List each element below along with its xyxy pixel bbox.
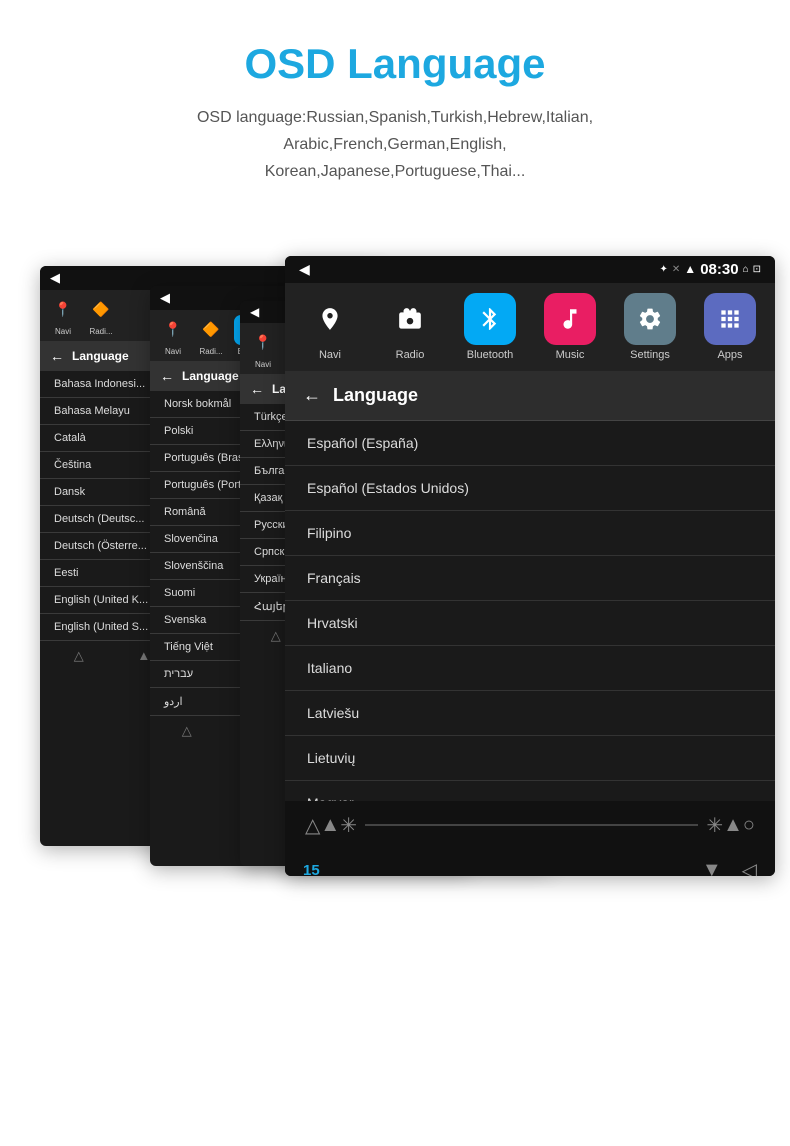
lang-item[interactable]: Español (España) (285, 421, 775, 466)
navi-app-icon (304, 293, 356, 345)
nav-triangle-up-main: △ (305, 813, 320, 838)
main-status-bar: ◀ ✦ ✕ ▲ 08:30 ⌂ ⊡ (285, 256, 775, 283)
radio-icon-2: 🔶 Radi... (196, 315, 226, 356)
lang-item[interactable]: Latviešu (285, 691, 775, 736)
music-label: Music (556, 349, 585, 361)
main-back-btn[interactable]: ← (303, 385, 321, 406)
nav-chevron-down-main: ▼ (702, 859, 722, 876)
main-language-list: Español (España) Español (Estados Unidos… (285, 421, 775, 801)
apps-app[interactable]: Apps (698, 293, 763, 361)
settings-app-icon (624, 293, 676, 345)
nav-triangle-solid-1: ▲ (137, 648, 150, 663)
main-nav-number: 15 (303, 862, 320, 876)
back-btn-2[interactable]: ← (160, 368, 174, 384)
nav-back-main: ◁ (742, 858, 757, 876)
radio-label: Radio (396, 349, 425, 361)
back-icon-2: ◀ (160, 290, 170, 306)
main-language-header: ← Language (285, 371, 775, 421)
apps-label: Apps (717, 349, 742, 361)
navi-icon-2: 📍 Navi (158, 315, 188, 356)
nav-triangle-up-3: △ (271, 628, 281, 644)
apps-app-icon (704, 293, 756, 345)
bluetooth-app[interactable]: Bluetooth (458, 293, 523, 361)
page-title: OSD Language (197, 40, 593, 88)
nav-solid-up-main: ▲ (320, 814, 340, 837)
main-back-icon: ◀ (299, 261, 310, 278)
bluetooth-app-icon (464, 293, 516, 345)
nav-circle-icon: ○ (743, 814, 755, 837)
nav-fan-icon-2: ✳ (706, 813, 723, 838)
radio-app-icon (384, 293, 436, 345)
page-header: OSD Language OSD language:Russian,Spanis… (177, 0, 613, 206)
nav-slider[interactable] (365, 824, 698, 826)
page-subtitle: OSD language:Russian,Spanish,Turkish,Heb… (197, 104, 593, 186)
lang-item[interactable]: Français (285, 556, 775, 601)
lang-item[interactable]: Filipino (285, 511, 775, 556)
music-app[interactable]: Music (538, 293, 603, 361)
nav-triangle-up-1: △ (74, 648, 84, 664)
back-btn-1[interactable]: ← (50, 348, 64, 364)
lang-item[interactable]: Italiano (285, 646, 775, 691)
settings-label: Settings (630, 349, 670, 361)
nav-triangle-up-2: △ (182, 723, 192, 739)
main-app-row: Navi Radio Bluetooth Music (285, 283, 775, 371)
music-app-icon (544, 293, 596, 345)
navi-icon-1: 📍 Navi (48, 295, 78, 336)
nav-arrow-up-main: ▲ (723, 814, 743, 837)
radio-app[interactable]: Radio (378, 293, 443, 361)
back-btn-3[interactable]: ← (250, 381, 264, 397)
back-icon-1: ◀ (50, 270, 60, 286)
bluetooth-label: Bluetooth (467, 349, 513, 361)
nav-fan-icon: ✳ (340, 813, 357, 838)
settings-app[interactable]: Settings (618, 293, 683, 361)
navi-label: Navi (319, 349, 341, 361)
lang-item[interactable]: Español (Estados Unidos) (285, 466, 775, 511)
main-bottom-nav: △ ▲ ✳ ✳ ▲ ○ (285, 801, 775, 850)
main-bottom-nav-2: 15 ▼ ◁ (285, 850, 775, 876)
radio-icon-1: 🔶 Radi... (86, 295, 116, 336)
navi-app[interactable]: Navi (298, 293, 363, 361)
device-screen-main: ◀ ✦ ✕ ▲ 08:30 ⌂ ⊡ Navi Radi (285, 256, 775, 876)
lang-item[interactable]: Lietuvių (285, 736, 775, 781)
screenshots-container: ◀ ✦ ▲ 08:30 ⌂ ⊡ 📍 Navi 🔶 Radi... ← Langu… (20, 226, 770, 946)
navi-icon-3: 📍 Navi (248, 328, 278, 369)
lang-item[interactable]: Hrvatski (285, 601, 775, 646)
main-language-title: Language (333, 385, 418, 406)
main-status-icons: ✦ ✕ ▲ 08:30 ⌂ ⊡ (660, 261, 761, 278)
lang-item[interactable]: Magyar (285, 781, 775, 801)
back-icon-3: ◀ (250, 305, 259, 319)
